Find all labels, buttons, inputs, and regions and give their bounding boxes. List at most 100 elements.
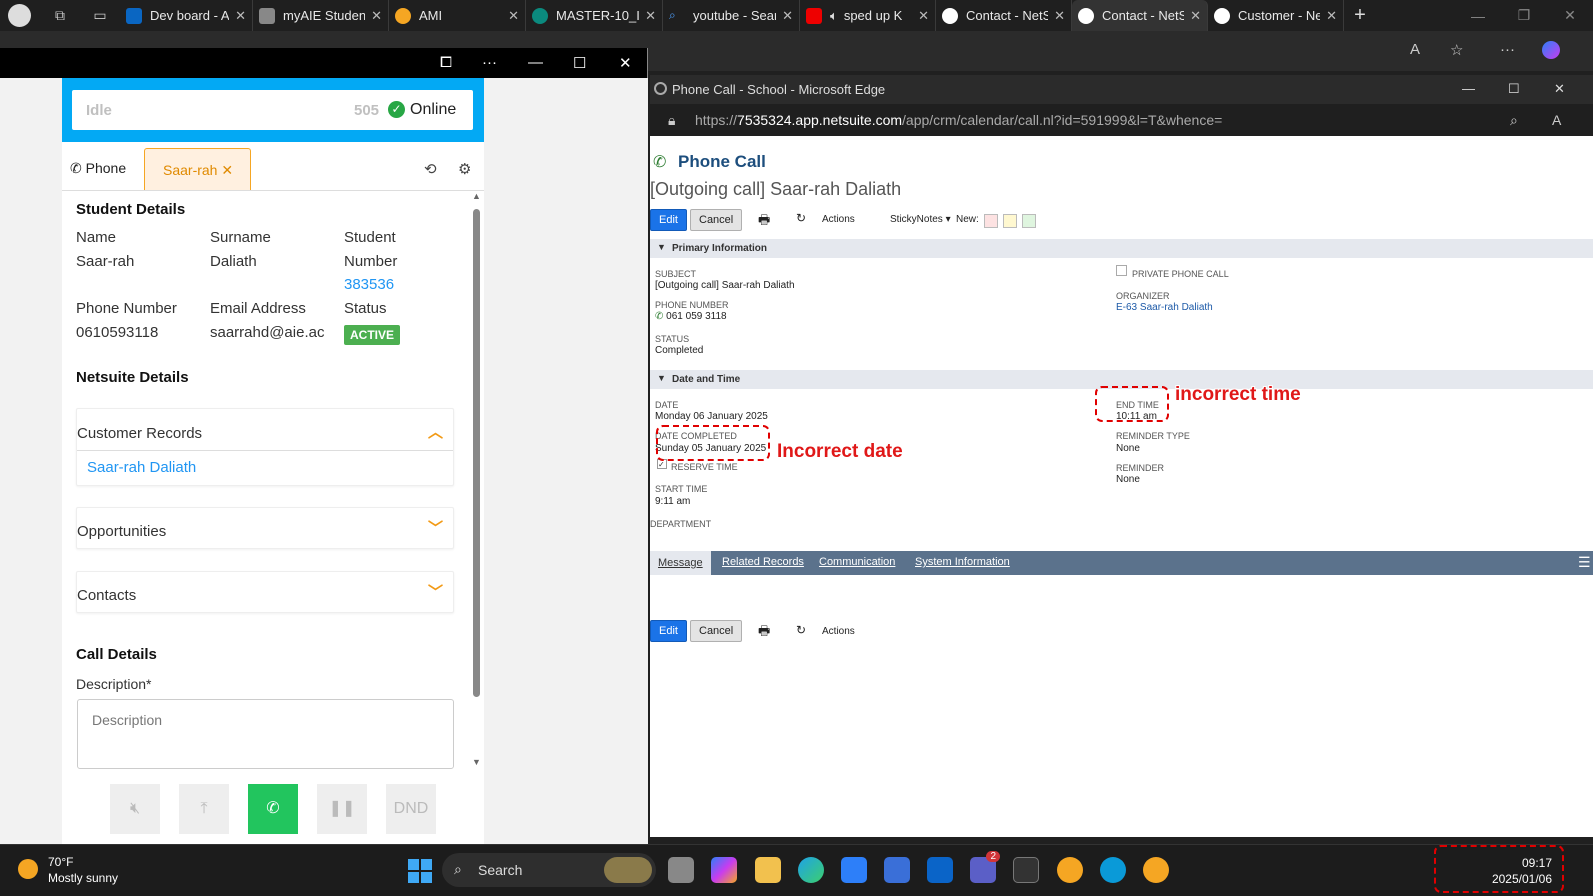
scrollbar[interactable]: ▲ ▼ <box>471 191 482 771</box>
edit-button-bottom[interactable]: Edit <box>650 620 687 642</box>
print-icon[interactable]: 🖶︎ <box>758 622 770 644</box>
browser-tab-2[interactable]: myAIE Student ✕ <box>253 0 389 31</box>
browser-tab-5[interactable]: ⌕ youtube - Sear ✕ <box>663 0 800 31</box>
minimize-icon[interactable]: — <box>528 54 543 71</box>
close-icon[interactable]: ✕ <box>1547 7 1593 24</box>
close-tab-icon[interactable]: ✕ <box>1054 8 1065 24</box>
tab-phone[interactable]: ✆ Phone <box>70 160 126 177</box>
more-icon[interactable]: ··· <box>1500 41 1515 58</box>
scroll-up-arrow[interactable]: ▲ <box>472 191 481 201</box>
skype-icon[interactable] <box>1100 857 1126 883</box>
copilot-icon[interactable] <box>711 857 737 883</box>
maximize-icon[interactable]: ☐ <box>1508 81 1520 97</box>
browser-tab-4[interactable]: MASTER-10_In ✕ <box>526 0 663 31</box>
mute-button[interactable]: 🔇︎ <box>110 784 160 834</box>
teams-icon[interactable]: 2 <box>970 851 1000 883</box>
workspaces-icon[interactable]: ⧉ <box>40 7 80 24</box>
transfer-button[interactable]: ⤒ <box>179 784 229 834</box>
actions-menu-bottom[interactable]: Actions <box>822 626 855 637</box>
close-tab-icon[interactable]: ✕ <box>221 162 233 178</box>
subtab-system-information[interactable]: System Information <box>915 556 1010 568</box>
browser-tab-1[interactable]: Dev board - A ✕ <box>120 0 253 31</box>
restore-icon[interactable]: ❐ <box>1501 7 1547 24</box>
store-icon[interactable] <box>841 857 867 883</box>
tab-actions-icon[interactable]: ▭ <box>80 7 120 24</box>
close-tab-icon[interactable]: ✕ <box>508 8 519 24</box>
pink-note-button[interactable] <box>984 214 998 228</box>
student-number-link[interactable]: 383536 <box>344 276 394 293</box>
tab-contact[interactable]: Saar-rah ✕ <box>144 148 251 190</box>
scrollbar-thumb[interactable] <box>473 209 480 697</box>
agent-status-box[interactable]: Idle 505 ✓ Online <box>72 90 473 130</box>
close-tab-icon[interactable]: ✕ <box>371 8 382 24</box>
taskbar-search[interactable]: ⌕ Search <box>442 853 656 887</box>
subtab-related-records[interactable]: Related Records <box>722 556 804 568</box>
stickynotes-menu[interactable]: StickyNotes ▾ <box>890 214 951 225</box>
read-aloud-icon[interactable]: A <box>1552 112 1561 128</box>
private-call-checkbox[interactable] <box>1116 265 1127 276</box>
address-bar[interactable]: 🔒︎ https://7535324.app.netsuite.com/app/… <box>650 104 1593 136</box>
terminal-icon[interactable] <box>1013 857 1039 883</box>
copilot-icon[interactable] <box>1542 41 1560 59</box>
cancel-button[interactable]: Cancel <box>690 209 743 231</box>
organizer-link[interactable]: E-63 Saar-rah Daliath <box>1116 302 1213 313</box>
browser-tab-7[interactable]: Contact - NetS ✕ <box>936 0 1072 31</box>
description-input[interactable]: Description <box>77 699 454 769</box>
maximize-icon[interactable]: ☐ <box>573 54 586 72</box>
print-icon[interactable]: 🖶︎ <box>758 211 770 233</box>
close-icon[interactable]: ✕ <box>1554 81 1565 97</box>
close-tab-icon[interactable]: ✕ <box>1190 8 1201 24</box>
zoom-icon[interactable]: ⌕ <box>1510 112 1518 129</box>
hold-button[interactable]: ❚❚ <box>317 784 367 834</box>
yellow-note-button[interactable] <box>1003 214 1017 228</box>
contacts-accordion[interactable]: Contacts ﹀ <box>76 571 454 613</box>
browser-tab-6[interactable]: 🔈︎ sped up K ✕ <box>800 0 936 31</box>
browser-tab-9[interactable]: Customer - Ne ✕ <box>1208 0 1344 31</box>
browser-tab-8[interactable]: Contact - NetS ✕ <box>1072 0 1208 31</box>
ami-app-icon[interactable] <box>1057 857 1083 883</box>
outlook-icon[interactable] <box>927 857 953 883</box>
speaker-icon[interactable]: 🔈︎ <box>830 8 838 24</box>
green-note-button[interactable] <box>1022 214 1036 228</box>
dnd-button[interactable]: DND <box>386 784 436 834</box>
menu-icon[interactable]: ☰ <box>1578 554 1591 571</box>
favorite-icon[interactable]: ☆ <box>1450 41 1463 59</box>
call-button[interactable]: ✆ <box>248 784 298 834</box>
actions-icon[interactable]: ↻ <box>796 211 806 225</box>
app-view-icon[interactable]: ⧠ <box>440 54 452 71</box>
edit-button[interactable]: Edit <box>650 209 687 231</box>
edge-icon[interactable] <box>798 857 824 883</box>
minimize-icon[interactable]: — <box>1455 8 1501 24</box>
close-tab-icon[interactable]: ✕ <box>1326 8 1337 24</box>
scroll-down-arrow[interactable]: ▼ <box>472 757 481 767</box>
history-icon[interactable]: ⟲ <box>424 160 437 178</box>
actions-menu[interactable]: Actions <box>822 214 855 225</box>
close-icon[interactable]: ✕ <box>619 54 632 72</box>
netsuite-details-heading: Netsuite Details <box>76 369 189 386</box>
customer-records-header[interactable]: Customer Records ︿ <box>77 409 453 451</box>
task-view-icon[interactable] <box>668 857 694 883</box>
more-options-icon[interactable]: ··· <box>482 54 497 71</box>
read-aloud-icon[interactable]: A <box>1410 41 1420 58</box>
minimize-icon[interactable]: — <box>1462 81 1475 96</box>
file-explorer-icon[interactable] <box>755 857 781 883</box>
profile-avatar[interactable] <box>0 0 40 31</box>
actions-icon[interactable]: ↻ <box>796 623 806 637</box>
primary-info-header[interactable]: ▼ Primary Information <box>650 239 1593 258</box>
opportunities-accordion[interactable]: Opportunities ﹀ <box>76 507 454 549</box>
close-tab-icon[interactable]: ✕ <box>782 8 793 24</box>
gear-icon[interactable]: ⚙ <box>458 160 471 178</box>
close-tab-icon[interactable]: ✕ <box>918 8 929 24</box>
customer-record-link[interactable]: Saar-rah Daliath <box>87 459 196 476</box>
app-icon[interactable] <box>884 857 910 883</box>
browser-tab-3[interactable]: AMI ✕ <box>389 0 526 31</box>
system-clock[interactable]: 09:17 2025/01/06 <box>1434 845 1564 893</box>
start-button[interactable] <box>408 859 432 883</box>
close-tab-icon[interactable]: ✕ <box>235 8 246 24</box>
subtab-communication[interactable]: Communication <box>819 556 895 568</box>
cancel-button-bottom[interactable]: Cancel <box>690 620 743 642</box>
new-tab-button[interactable]: + <box>1344 4 1376 27</box>
close-tab-icon[interactable]: ✕ <box>645 8 656 24</box>
subtab-message[interactable]: Message <box>650 551 711 575</box>
softphone-app-icon[interactable] <box>1143 857 1169 883</box>
